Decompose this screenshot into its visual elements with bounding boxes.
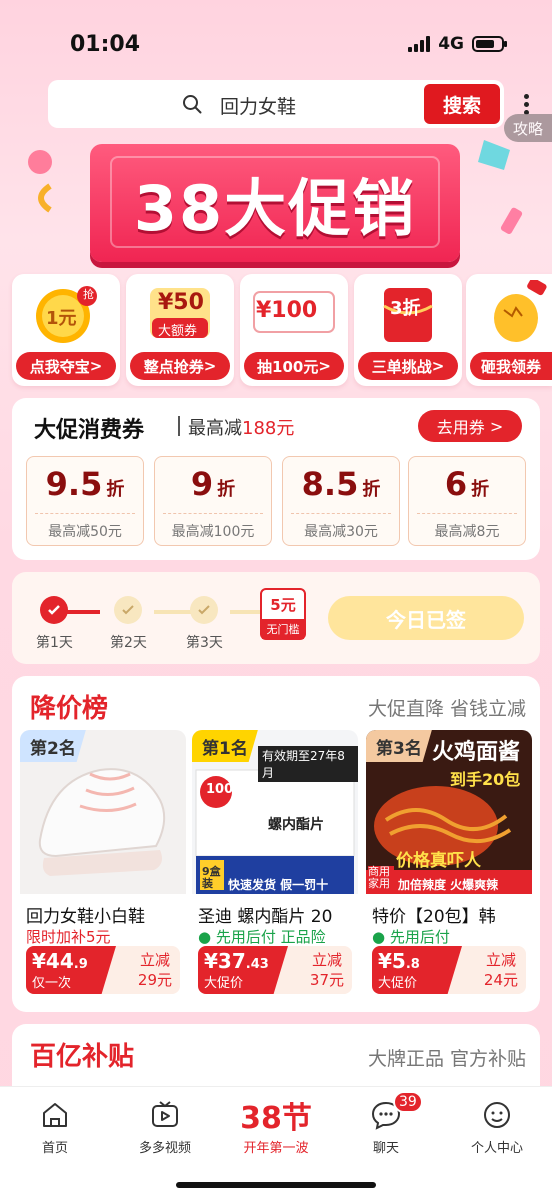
decoration-icon: [28, 150, 52, 213]
product-tag: ● 先用后付 正品险: [198, 928, 326, 946]
rank-badge: 第1名: [192, 730, 258, 762]
festival-icon: 38节: [240, 1101, 312, 1136]
golden-egg-icon: [494, 280, 547, 342]
home-indicator: [176, 1182, 376, 1188]
coupon-card[interactable]: 8.5 折 最高减30元: [282, 456, 400, 546]
banner-title: 38大促销: [133, 172, 417, 245]
quick-entry-draw[interactable]: ¥100 抽100元 >: [240, 274, 348, 386]
use-coupon-button[interactable]: 去用券 >: [418, 410, 522, 442]
promo-banner[interactable]: 38大促销: [90, 144, 460, 262]
product-price: ¥5: [378, 949, 406, 973]
quick-entry-challenge[interactable]: 3折 三单挑战 >: [354, 274, 462, 386]
price-bar: ¥37.43 大促价 立减 37元: [198, 946, 352, 994]
ranking-title: 降价榜: [30, 694, 109, 724]
product-tag: ● 先用后付: [372, 928, 450, 946]
tab-home[interactable]: 首页: [0, 1087, 110, 1167]
day-label: 第2天: [110, 635, 147, 651]
guide-tag[interactable]: 攻略: [504, 114, 552, 142]
product-name: 回力女鞋小白鞋: [26, 907, 145, 927]
coupon-card[interactable]: 6折 最高减8元: [408, 456, 526, 546]
coupon-title: 大促消费券: [34, 418, 145, 443]
product-card[interactable]: 第3名 火鸡面酱 到手20包 价格真吓人 商用家用 加倍辣度 火爆爽辣 特价【2…: [366, 730, 532, 1002]
signal-icon: [408, 36, 431, 52]
price-bar: ¥44.9 仅一次 立减 29元: [26, 946, 180, 994]
subsidy-title: 百亿补贴: [30, 1042, 135, 1072]
product-price: ¥44: [32, 949, 74, 973]
search-input[interactable]: 回力女鞋: [220, 92, 296, 119]
ranking-subtitle: 大促直降 省钱立减: [367, 698, 526, 720]
tab-festival[interactable]: 38节 开年第一波: [221, 1087, 331, 1167]
search-bar[interactable]: 回力女鞋 搜索: [48, 80, 504, 128]
quick-entry-label: 三单挑战 >: [358, 352, 458, 380]
search-button[interactable]: 搜索: [424, 84, 500, 124]
product-name: 特价【20包】韩: [372, 907, 496, 927]
product-card[interactable]: 第2名 回力女鞋小白鞋 限时加补5元 ¥44.9 仅一次 立减 29元: [20, 730, 186, 1002]
product-price: ¥37: [204, 949, 246, 973]
quick-entry-label: 点我夺宝 >: [16, 352, 116, 380]
rank-badge: 第3名: [366, 730, 432, 762]
quick-entry-coupon[interactable]: ¥50 大额券 整点抢券 >: [126, 274, 234, 386]
signed-in-button[interactable]: 今日已签: [328, 596, 524, 640]
quick-entry-label: 砸我领券: [470, 352, 552, 380]
product-tag: 限时加补5元: [26, 928, 111, 946]
quick-entries: 1元 抢 点我夺宝 > ¥50 大额券 整点抢券 > ¥100 抽100元 > 3折 …: [0, 274, 552, 388]
quick-entry-treasure[interactable]: 1元 抢 点我夺宝 >: [12, 274, 120, 386]
product-card[interactable]: 第1名 有效期至27年8月 100 螺内酯片 9盒装 快速发货 假一罚十 圣迪 …: [192, 730, 358, 1002]
chat-badge: 39: [393, 1091, 423, 1113]
home-icon: [43, 1103, 67, 1127]
signin-reward: 5元 无门槛: [260, 588, 306, 640]
subsidy-subtitle: 大牌正品 官方补贴: [367, 1048, 526, 1070]
status-bar: 01:04 4G: [0, 0, 552, 80]
quick-entry-label: 抽100元 >: [244, 352, 344, 380]
check-icon: [40, 596, 68, 624]
check-icon: [190, 596, 218, 624]
status-icons: 4G: [408, 34, 507, 54]
day-label: 第1天: [36, 635, 73, 651]
coupon-card[interactable]: 9.5 折 最高减50元: [26, 456, 144, 546]
day-label: 第3天: [186, 635, 223, 651]
search-icon: [183, 95, 202, 114]
video-icon: [152, 1101, 178, 1127]
quick-entry-egg[interactable]: 砸我领券: [466, 274, 552, 386]
status-time: 01:04: [70, 32, 141, 57]
coupon-panel: 大促消费券 最高减188元 去用券 > 9.5 折 最高减50元 9折 最高减10…: [12, 398, 540, 560]
profile-icon: [484, 1102, 510, 1128]
coupon-card[interactable]: 9折 最高减100元: [154, 456, 272, 546]
check-icon: [114, 596, 142, 624]
signin-panel: 第1天 第2天 第3天 5元 无门槛 今日已签: [12, 572, 540, 664]
battery-icon: [472, 36, 507, 52]
coupon-subtitle: 最高减188元: [188, 418, 295, 439]
price-bar: ¥5.8 大促价 立减 24元: [372, 946, 526, 994]
tab-video[interactable]: 多多视频: [110, 1087, 220, 1167]
rank-badge: 第2名: [20, 730, 86, 762]
tab-chat[interactable]: 39 聊天: [331, 1087, 441, 1167]
lipstick-icon: [478, 140, 523, 235]
tab-profile[interactable]: 个人中心: [442, 1087, 552, 1167]
signin-progress: [66, 610, 278, 614]
product-name: 圣迪 螺内酯片 20: [198, 907, 333, 927]
price-drop-ranking: 降价榜 大促直降 省钱立减 第2名 回力女鞋小白鞋 限时加补5元 ¥44.9 仅…: [12, 676, 540, 1012]
network-type: 4G: [438, 34, 464, 54]
quick-entry-label: 整点抢券 >: [130, 352, 230, 380]
